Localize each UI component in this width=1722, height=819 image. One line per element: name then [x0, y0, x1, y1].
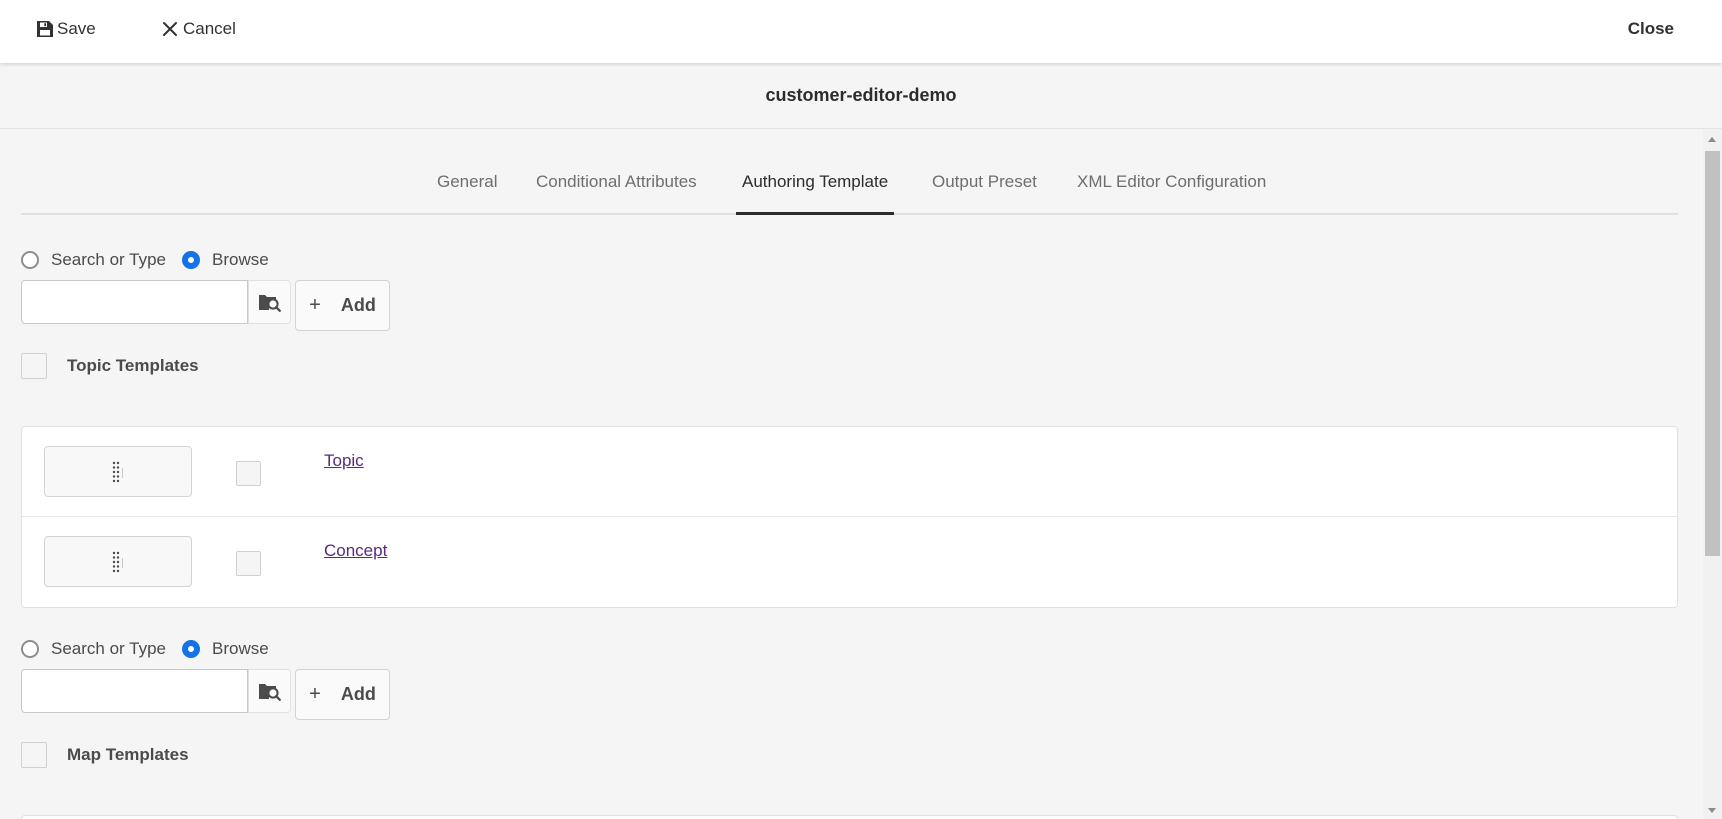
- topic-templates-select-all-checkbox[interactable]: [21, 353, 47, 379]
- table-row: Topic: [22, 427, 1677, 517]
- template-link-concept[interactable]: Concept: [324, 541, 387, 561]
- active-tab-indicator: [736, 212, 894, 215]
- radio-browse-label: Browse: [211, 639, 269, 658]
- radio-browse[interactable]: [181, 251, 200, 269]
- drag-grip-icon: [112, 461, 123, 482]
- scrollbar-thumb[interactable]: [1705, 151, 1720, 556]
- topic-mode-radio-group: Search or Type Browse: [21, 250, 285, 270]
- tab-general[interactable]: General: [437, 172, 497, 192]
- map-templates-table: [21, 815, 1678, 819]
- tab-xml-editor-configuration[interactable]: XML Editor Configuration: [1077, 172, 1266, 192]
- tab-conditional-attributes[interactable]: Conditional Attributes: [536, 172, 697, 192]
- plus-icon: +: [309, 294, 321, 316]
- topic-templates-label: Topic Templates: [67, 356, 199, 375]
- drag-grip-icon: [112, 551, 123, 572]
- map-path-input[interactable]: [21, 669, 248, 713]
- radio-search-or-type-label: Search or Type: [51, 639, 166, 658]
- drag-handle[interactable]: [44, 536, 192, 587]
- cancel-label: Cancel: [183, 19, 236, 38]
- page-title-bar: customer-editor-demo: [0, 63, 1722, 129]
- radio-search-or-type-label: Search or Type: [51, 250, 166, 269]
- radio-browse[interactable]: [181, 640, 200, 658]
- map-add-label: Add: [340, 684, 376, 704]
- radio-search-or-type[interactable]: [21, 251, 39, 269]
- topic-add-button[interactable]: + Add: [295, 280, 390, 331]
- topic-templates-table: Topic Concept: [21, 426, 1678, 608]
- drag-handle[interactable]: [44, 446, 192, 497]
- close-button[interactable]: Close: [1628, 19, 1674, 39]
- topic-add-label: Add: [340, 295, 376, 315]
- scroll-down-arrow-icon[interactable]: [1708, 808, 1716, 813]
- row-checkbox[interactable]: [236, 551, 261, 576]
- tab-authoring-template[interactable]: Authoring Template: [742, 172, 888, 192]
- map-mode-radio-group: Search or Type Browse: [21, 639, 285, 659]
- topic-browse-button[interactable]: [248, 280, 291, 324]
- scroll-up-arrow-icon[interactable]: [1708, 137, 1716, 142]
- radio-search-or-type[interactable]: [21, 640, 39, 658]
- save-icon: [37, 21, 53, 37]
- save-button[interactable]: Save: [36, 19, 96, 39]
- topic-templates-header: Topic Templates: [21, 353, 199, 379]
- topic-path-input[interactable]: [21, 280, 248, 324]
- close-x-icon: [163, 22, 177, 36]
- tab-bar: General Conditional Attributes Authoring…: [21, 129, 1678, 215]
- tab-output-preset[interactable]: Output Preset: [932, 172, 1037, 192]
- template-link-topic[interactable]: Topic: [324, 451, 364, 471]
- plus-icon: +: [309, 683, 321, 705]
- row-checkbox[interactable]: [236, 461, 261, 486]
- radio-browse-label: Browse: [211, 250, 269, 269]
- map-browse-button[interactable]: [248, 669, 291, 713]
- map-templates-select-all-checkbox[interactable]: [21, 742, 47, 768]
- vertical-scrollbar[interactable]: [1703, 129, 1722, 819]
- content-area: General Conditional Attributes Authoring…: [0, 129, 1703, 819]
- top-toolbar: Save Cancel Close: [0, 0, 1722, 63]
- page-title: customer-editor-demo: [765, 85, 957, 105]
- map-add-button[interactable]: + Add: [295, 669, 390, 720]
- map-templates-header: Map Templates: [21, 742, 189, 768]
- table-row: Concept: [22, 517, 1677, 607]
- folder-search-icon: [258, 684, 281, 701]
- cancel-button[interactable]: Cancel: [162, 19, 236, 39]
- folder-search-icon: [258, 295, 281, 312]
- map-templates-label: Map Templates: [67, 745, 189, 764]
- save-label: Save: [57, 19, 96, 38]
